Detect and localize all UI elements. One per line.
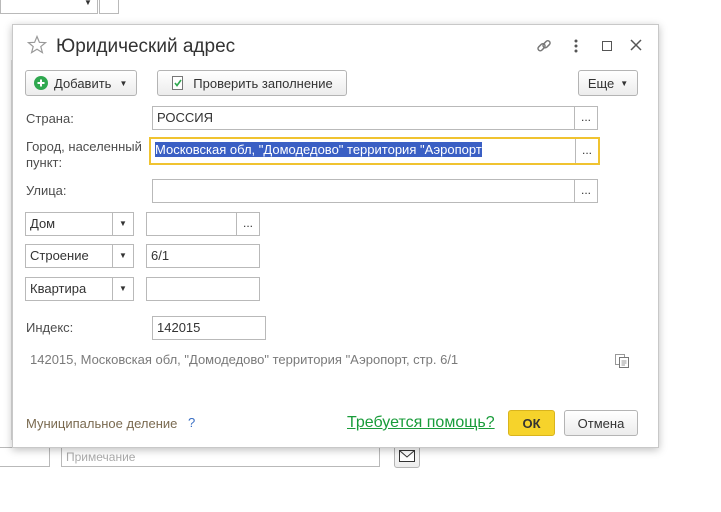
add-button-label: Добавить bbox=[54, 75, 112, 91]
copy-address-icon[interactable] bbox=[614, 353, 630, 372]
maximize-icon[interactable] bbox=[602, 41, 612, 51]
country-value: РОССИЯ bbox=[157, 110, 214, 125]
street-select-button[interactable]: ... bbox=[574, 180, 597, 202]
background-left-strip bbox=[0, 60, 12, 440]
background-left-input[interactable] bbox=[0, 447, 50, 467]
building-value: 6/1 bbox=[151, 248, 170, 263]
country-select-button[interactable]: ... bbox=[574, 107, 597, 129]
apartment-field[interactable] bbox=[146, 277, 260, 301]
cancel-button[interactable]: Отмена bbox=[564, 410, 638, 436]
add-button[interactable]: Добавить ▼ bbox=[25, 70, 137, 96]
close-icon[interactable] bbox=[630, 39, 642, 54]
apartment-type-dropdown-icon[interactable]: ▼ bbox=[112, 278, 133, 300]
more-button[interactable]: Еще ▼ bbox=[578, 70, 638, 96]
city-select-button[interactable]: ... bbox=[575, 139, 598, 163]
house-type-value: Дом bbox=[30, 216, 56, 231]
more-dropdown-icon: ▼ bbox=[620, 78, 629, 88]
street-label: Улица: bbox=[26, 183, 67, 198]
country-field[interactable]: РОССИЯ ... bbox=[152, 106, 598, 130]
dialog-title: Юридический адрес bbox=[56, 36, 236, 57]
background-select-arrow: ▼ bbox=[84, 0, 92, 7]
building-field[interactable]: 6/1 bbox=[146, 244, 260, 268]
ok-button[interactable]: ОК bbox=[508, 410, 555, 436]
envelope-icon bbox=[399, 450, 415, 462]
background-note-input[interactable]: Примечание bbox=[61, 447, 380, 467]
city-field[interactable]: Московская обл, "Домодедово" территория … bbox=[149, 137, 600, 165]
check-filling-label: Проверить заполнение bbox=[193, 75, 333, 91]
house-select-button[interactable]: ... bbox=[236, 213, 259, 235]
background-copy-button[interactable] bbox=[99, 0, 119, 14]
index-value: 142015 bbox=[157, 320, 201, 335]
add-dropdown-icon: ▼ bbox=[119, 78, 128, 88]
country-label: Страна: bbox=[26, 111, 74, 126]
city-label-line2: пункт: bbox=[26, 155, 63, 170]
building-type-select[interactable]: Строение ▼ bbox=[25, 244, 134, 268]
house-type-dropdown-icon[interactable]: ▼ bbox=[112, 213, 133, 235]
city-value: Московская обл, "Домодедово" территория … bbox=[155, 142, 482, 157]
street-field[interactable]: ... bbox=[152, 179, 598, 203]
check-document-icon bbox=[172, 75, 184, 90]
link-icon[interactable] bbox=[536, 38, 552, 57]
index-label: Индекс: bbox=[26, 320, 74, 335]
add-plus-icon bbox=[34, 76, 48, 90]
more-button-label: Еще bbox=[587, 75, 615, 91]
building-type-dropdown-icon[interactable]: ▼ bbox=[112, 245, 133, 267]
check-filling-button[interactable]: Проверить заполнение bbox=[157, 70, 347, 96]
address-dialog: Юридический адрес Добавить ▼ Проверить з… bbox=[12, 24, 659, 448]
menu-more-icon[interactable] bbox=[573, 38, 579, 54]
apartment-type-select[interactable]: Квартира ▼ bbox=[25, 277, 134, 301]
favorite-star-icon[interactable] bbox=[26, 34, 48, 58]
house-field[interactable]: ... bbox=[146, 212, 260, 236]
house-type-select[interactable]: Дом ▼ bbox=[25, 212, 134, 236]
municipal-division-label: Муниципальное деление bbox=[26, 416, 178, 431]
municipal-help-icon[interactable]: ? bbox=[188, 415, 195, 430]
city-label-line1: Город, населенный bbox=[26, 139, 142, 154]
help-link[interactable]: Требуется помощь? bbox=[347, 414, 495, 432]
building-type-value: Строение bbox=[30, 248, 89, 263]
apartment-type-value: Квартира bbox=[30, 281, 87, 296]
index-field[interactable]: 142015 bbox=[152, 316, 266, 340]
full-address-text: 142015, Московская обл, "Домодедово" тер… bbox=[30, 352, 459, 367]
